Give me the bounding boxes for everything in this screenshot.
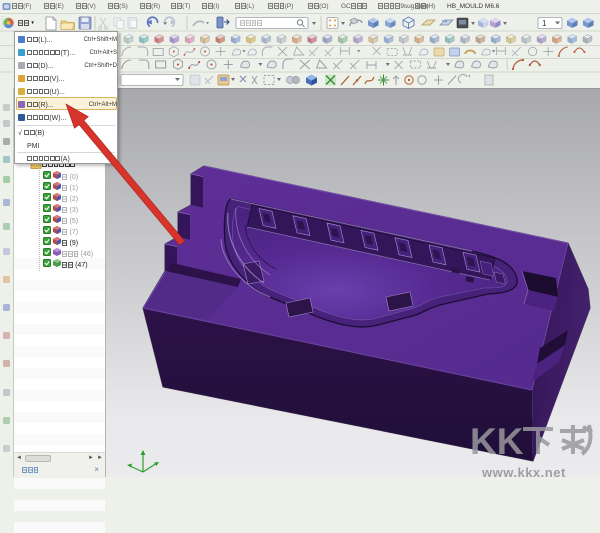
- svg-text:KK: KK: [470, 421, 524, 458]
- svg-text:1: 1: [542, 19, 547, 28]
